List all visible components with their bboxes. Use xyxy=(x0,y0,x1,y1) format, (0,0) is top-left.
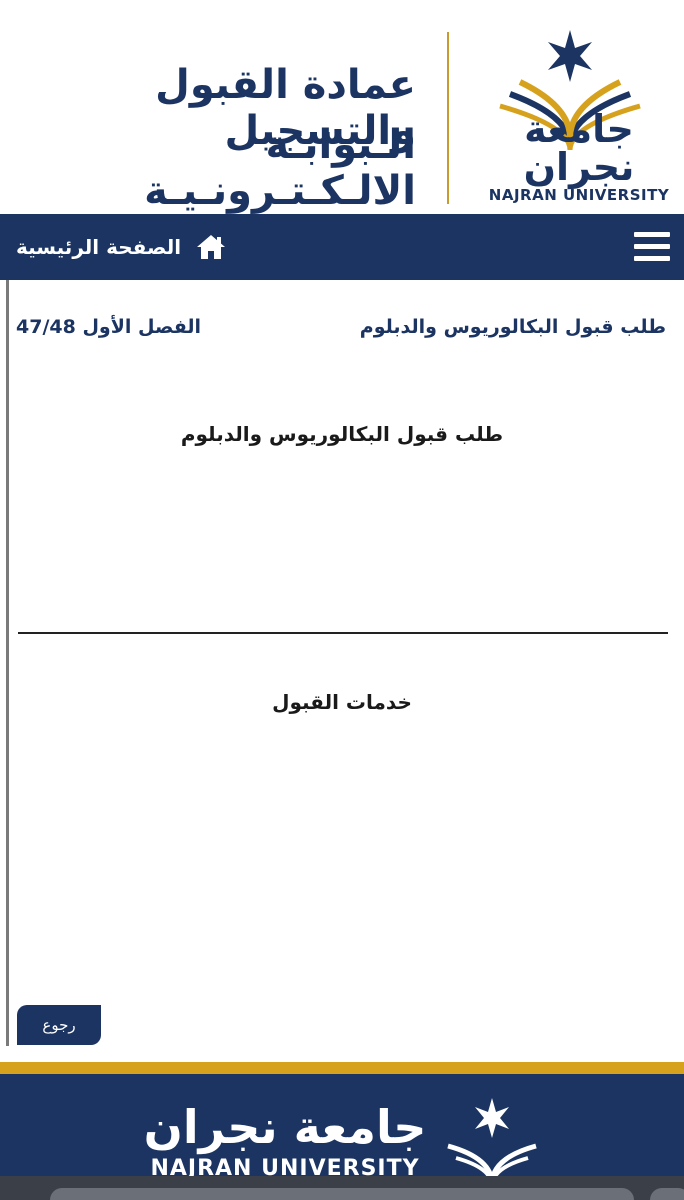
footer-gold-bar xyxy=(0,1062,684,1074)
site-header: جامعة نجران NAJRAN UNIVERSITY عمادة القب… xyxy=(0,0,684,214)
back-button[interactable]: رجوع xyxy=(17,1005,101,1045)
logo-arabic-text: جامعة نجران xyxy=(523,107,635,189)
admission-services-title: خدمات القبول xyxy=(272,690,412,714)
home-icon xyxy=(197,235,226,259)
home-link[interactable]: الصفحة الرئيسية xyxy=(16,230,227,264)
footer-emblem-icon xyxy=(447,1098,537,1186)
portal-title: الـبوابـة الالـكـتـرونـيـة xyxy=(144,122,416,214)
browser-address-bar[interactable] xyxy=(50,1188,634,1200)
header-divider xyxy=(447,32,449,204)
logo-english-text: NAJRAN UNIVERSITY xyxy=(488,186,670,204)
page-name-label: طلب قبول البكالوريوس والدبلوم xyxy=(359,316,666,338)
semester-label: الفصل الأول 47/48 xyxy=(16,316,202,338)
browser-tabs-button[interactable] xyxy=(650,1188,684,1200)
admission-request-title: طلب قبول البكالوريوس والدبلوم xyxy=(180,422,504,446)
footer-logo-arabic: جامعة نجران xyxy=(143,1100,427,1154)
section-divider xyxy=(18,632,668,634)
home-link-label: الصفحة الرئيسية xyxy=(16,235,182,259)
hamburger-icon[interactable] xyxy=(634,232,670,266)
nav-bar: الصفحة الرئيسية xyxy=(0,214,684,280)
